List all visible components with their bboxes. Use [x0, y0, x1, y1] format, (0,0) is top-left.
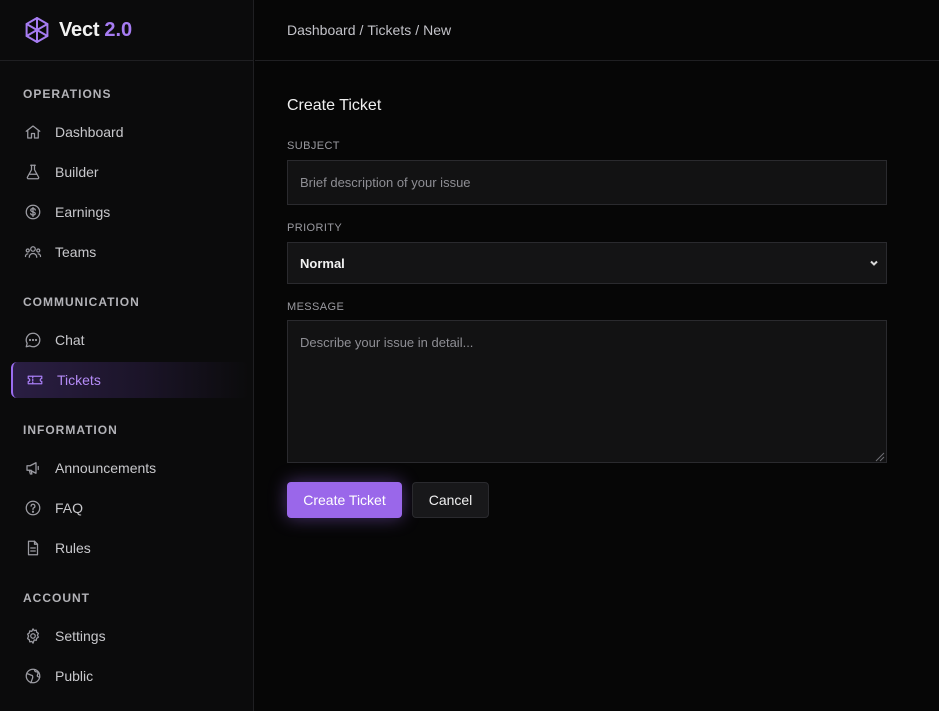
sidebar-item-announcements[interactable]: Announcements	[11, 450, 249, 486]
section-title-operations: OPERATIONS	[23, 87, 112, 101]
ticket-icon	[25, 370, 45, 390]
page-title: Create Ticket	[287, 97, 382, 114]
sidebar-item-public[interactable]: Public	[11, 658, 249, 694]
priority-select[interactable]: Normal	[287, 242, 887, 284]
sidebar-item-earnings[interactable]: Earnings	[11, 194, 249, 230]
priority-selected-value: Normal	[300, 255, 345, 271]
chevron-down-icon	[868, 257, 880, 269]
resize-grip-icon[interactable]	[873, 449, 885, 462]
sidebar: Vect 2.0 OPERATIONS Dashboard Builder Ea…	[0, 0, 254, 711]
breadcrumb-separator: /	[415, 22, 420, 38]
flask-icon	[23, 162, 43, 182]
cancel-button[interactable]: Cancel	[412, 482, 489, 518]
sidebar-item-label: Public	[55, 668, 94, 684]
sidebar-item-rules[interactable]: Rules	[11, 530, 249, 566]
chat-bubble-icon	[23, 330, 43, 350]
section-title-account: ACCOUNT	[23, 591, 90, 605]
sidebar-item-label: Rules	[55, 540, 91, 556]
users-icon	[23, 242, 43, 262]
sidebar-item-label: Settings	[55, 628, 106, 644]
sidebar-item-label: Builder	[55, 164, 99, 180]
breadcrumb-new: New	[423, 22, 452, 38]
brand-name: Vect	[59, 18, 100, 41]
sidebar-item-faq[interactable]: FAQ	[11, 490, 249, 526]
breadcrumb-dashboard[interactable]: Dashboard	[287, 22, 356, 38]
question-circle-icon	[23, 498, 43, 518]
sidebar-item-settings[interactable]: Settings	[11, 618, 249, 654]
sidebar-item-label: Announcements	[55, 460, 157, 476]
globe-icon	[23, 666, 43, 686]
breadcrumb-tickets[interactable]: Tickets	[367, 22, 411, 38]
sidebar-item-label: FAQ	[55, 500, 84, 516]
subject-label: SUBJECT	[287, 140, 340, 152]
megaphone-icon	[23, 458, 43, 478]
breadcrumb-separator: /	[359, 22, 364, 38]
subject-input[interactable]	[287, 160, 887, 205]
snowflake-hex-icon	[23, 16, 51, 44]
sidebar-item-label: Chat	[55, 332, 85, 348]
brand-version: 2.0	[104, 18, 133, 41]
create-ticket-button[interactable]: Create Ticket	[287, 482, 402, 518]
sidebar-item-label: Teams	[55, 244, 97, 260]
breadcrumb: Dashboard / Tickets / New	[287, 22, 451, 38]
sidebar-item-label: Earnings	[55, 204, 111, 220]
brand[interactable]: Vect 2.0	[0, 0, 253, 61]
sidebar-item-chat[interactable]: Chat	[11, 322, 249, 358]
section-title-information: INFORMATION	[23, 423, 118, 437]
dollar-circle-icon	[23, 202, 43, 222]
section-title-communication: COMMUNICATION	[23, 295, 140, 309]
message-textarea[interactable]	[287, 320, 887, 463]
sidebar-item-label: Tickets	[57, 372, 101, 388]
home-icon	[23, 122, 43, 142]
document-icon	[23, 538, 43, 558]
sidebar-item-label: Dashboard	[55, 124, 124, 140]
topbar: Dashboard / Tickets / New	[255, 0, 939, 61]
sidebar-item-builder[interactable]: Builder	[11, 154, 249, 190]
message-label: MESSAGE	[287, 301, 345, 313]
sidebar-item-dashboard[interactable]: Dashboard	[11, 114, 249, 150]
gear-icon	[23, 626, 43, 646]
sidebar-item-teams[interactable]: Teams	[11, 234, 249, 270]
sidebar-item-tickets[interactable]: Tickets	[11, 362, 249, 398]
priority-label: PRIORITY	[287, 222, 343, 234]
